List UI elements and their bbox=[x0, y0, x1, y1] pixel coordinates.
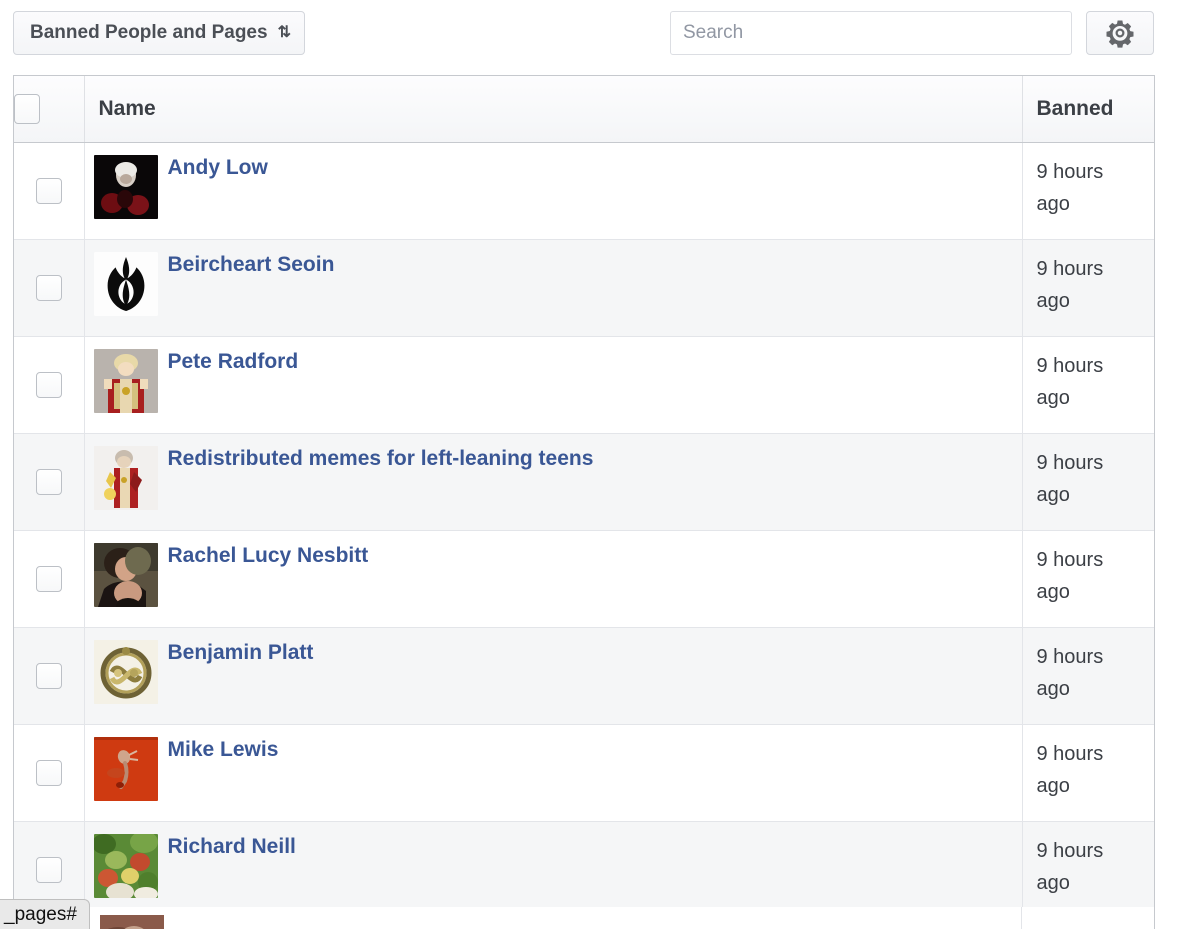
page-root: Banned People and Pages ⇅ Search Name Ba… bbox=[0, 0, 1189, 929]
row-checkbox-cell bbox=[14, 142, 85, 240]
row-name-cell: Rachel Lucy Nesbitt bbox=[84, 530, 1023, 628]
select-all-checkbox[interactable] bbox=[14, 93, 40, 124]
table-row: Andy Low 9 hours ago bbox=[14, 142, 1154, 240]
row-banned-cell: 9 hours ago bbox=[1022, 336, 1154, 434]
row-checkbox-cell bbox=[14, 724, 85, 822]
row-banned-cell: 9 hours ago bbox=[1022, 724, 1154, 822]
chevron-updown-icon: ⇅ bbox=[277, 24, 291, 41]
column-header-name[interactable]: Name bbox=[84, 76, 1023, 143]
row-checkbox-cell bbox=[14, 627, 85, 725]
row-name-cell: Beircheart Seoin bbox=[84, 239, 1023, 337]
avatar[interactable] bbox=[93, 445, 158, 510]
table-row: Rachel Lucy Nesbitt 9 hours ago bbox=[14, 530, 1154, 628]
row-select-checkbox[interactable] bbox=[35, 759, 62, 786]
table-row: Beircheart Seoin 9 hours ago bbox=[14, 239, 1154, 337]
table-row: Redistributed memes for left-leaning tee… bbox=[14, 433, 1154, 531]
table-row-partial bbox=[13, 907, 1155, 929]
avatar[interactable] bbox=[93, 154, 158, 219]
row-banned-cell: 9 hours ago bbox=[1022, 627, 1154, 725]
row-banned-cell: 9 hours ago bbox=[1022, 821, 1154, 919]
row-banned-cell: 9 hours ago bbox=[1022, 433, 1154, 531]
row-checkbox-cell bbox=[14, 433, 85, 531]
avatar[interactable] bbox=[93, 542, 158, 607]
avatar[interactable] bbox=[93, 736, 158, 801]
search-input[interactable] bbox=[670, 11, 1072, 55]
row-checkbox-cell bbox=[14, 336, 85, 434]
row-name-cell: Mike Lewis bbox=[84, 724, 1023, 822]
profile-link[interactable]: Benjamin Platt bbox=[168, 640, 314, 665]
row-select-checkbox[interactable] bbox=[35, 468, 62, 495]
banned-list-table: Name Banned Andy Low 9 hours ago Beirchear… bbox=[13, 75, 1155, 919]
gear-icon bbox=[1105, 18, 1135, 48]
table-row: Benjamin Platt 9 hours ago bbox=[14, 627, 1154, 725]
profile-link[interactable]: Beircheart Seoin bbox=[168, 252, 335, 277]
avatar[interactable] bbox=[93, 348, 158, 413]
scope-dropdown[interactable]: Banned People and Pages ⇅ bbox=[13, 11, 305, 55]
row-name-cell: Andy Low bbox=[84, 142, 1023, 240]
settings-button[interactable] bbox=[1086, 11, 1154, 55]
avatar[interactable] bbox=[93, 639, 158, 704]
profile-link[interactable]: Redistributed memes for left-leaning tee… bbox=[168, 446, 594, 471]
banned-timestamp: 9 hours ago bbox=[1036, 160, 1104, 215]
avatar-partial bbox=[100, 915, 164, 929]
banned-timestamp: 9 hours ago bbox=[1036, 257, 1104, 312]
row-banned-cell-partial bbox=[1022, 907, 1154, 929]
banned-timestamp: 9 hours ago bbox=[1036, 742, 1104, 797]
table-header-row: Name Banned bbox=[14, 76, 1154, 143]
avatar[interactable] bbox=[93, 833, 158, 898]
banned-timestamp: 9 hours ago bbox=[1036, 354, 1104, 409]
row-name-cell-partial bbox=[84, 907, 1022, 929]
row-banned-cell: 9 hours ago bbox=[1022, 530, 1154, 628]
avatar[interactable] bbox=[93, 251, 158, 316]
row-banned-cell: 9 hours ago bbox=[1022, 142, 1154, 240]
row-select-checkbox[interactable] bbox=[35, 371, 62, 398]
banned-timestamp: 9 hours ago bbox=[1036, 451, 1104, 506]
row-select-checkbox[interactable] bbox=[35, 565, 62, 592]
row-banned-cell: 9 hours ago bbox=[1022, 239, 1154, 337]
table-row: Mike Lewis 9 hours ago bbox=[14, 724, 1154, 822]
profile-link[interactable]: Rachel Lucy Nesbitt bbox=[168, 543, 369, 568]
profile-link[interactable]: Mike Lewis bbox=[168, 737, 279, 762]
row-select-checkbox[interactable] bbox=[35, 177, 62, 204]
table-header: Name Banned bbox=[14, 76, 1154, 143]
table-body: Andy Low 9 hours ago Beircheart Seoin 9 hou… bbox=[14, 142, 1154, 919]
toolbar: Banned People and Pages ⇅ bbox=[0, 0, 1189, 68]
column-header-banned[interactable]: Banned bbox=[1022, 76, 1154, 143]
row-name-cell: Pete Radford bbox=[84, 336, 1023, 434]
row-select-checkbox[interactable] bbox=[35, 274, 62, 301]
row-name-cell: Redistributed memes for left-leaning tee… bbox=[84, 433, 1023, 531]
banned-timestamp: 9 hours ago bbox=[1036, 645, 1104, 700]
profile-link[interactable]: Pete Radford bbox=[168, 349, 299, 374]
row-select-checkbox[interactable] bbox=[35, 662, 62, 689]
row-checkbox-cell bbox=[14, 530, 85, 628]
search-field-wrapper bbox=[670, 11, 1072, 55]
row-checkbox-cell bbox=[14, 239, 85, 337]
banned-timestamp: 9 hours ago bbox=[1036, 839, 1104, 894]
profile-link[interactable]: Andy Low bbox=[168, 155, 268, 180]
column-header-select-all bbox=[14, 76, 85, 143]
profile-link[interactable]: Richard Neill bbox=[168, 834, 296, 859]
row-name-cell: Richard Neill bbox=[84, 821, 1023, 919]
status-bar-url: _pages# bbox=[0, 899, 90, 929]
scope-dropdown-label: Banned People and Pages bbox=[30, 22, 268, 43]
row-name-cell: Benjamin Platt bbox=[84, 627, 1023, 725]
row-select-checkbox[interactable] bbox=[35, 856, 62, 883]
table-row: Richard Neill 9 hours ago bbox=[14, 821, 1154, 919]
banned-timestamp: 9 hours ago bbox=[1036, 548, 1104, 603]
table-row: Pete Radford 9 hours ago bbox=[14, 336, 1154, 434]
